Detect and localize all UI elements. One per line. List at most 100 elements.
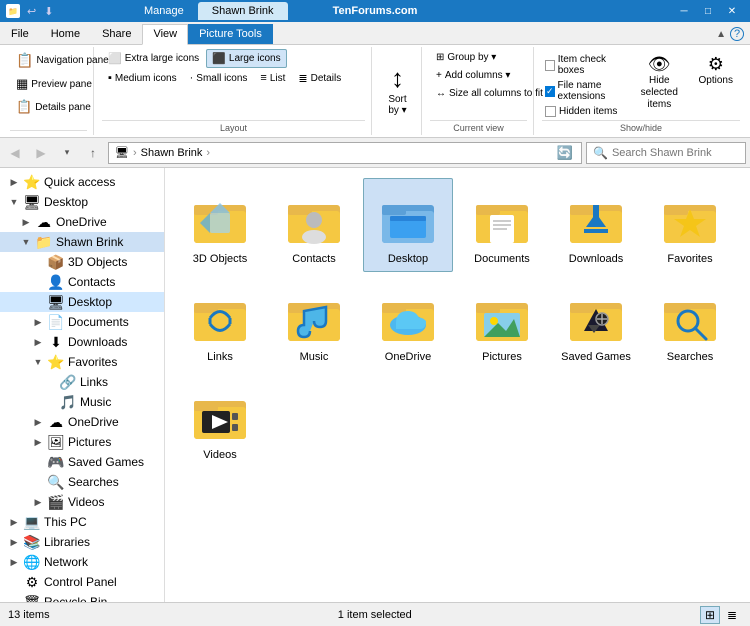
pictures-icon: 🖼: [47, 434, 65, 451]
folder-downloads[interactable]: Downloads: [551, 178, 641, 272]
minimize-btn[interactable]: ─: [672, 2, 696, 20]
folder-saved-games[interactable]: Saved Games: [551, 276, 641, 370]
tab-home[interactable]: Home: [40, 24, 91, 44]
tab-share[interactable]: Share: [91, 24, 142, 44]
sidebar-item-control-panel[interactable]: ⚙ Control Panel: [0, 572, 164, 592]
sidebar-item-network[interactable]: ▶ 🌐 Network: [0, 552, 164, 572]
network-icon: 🌐: [23, 554, 41, 571]
forward-btn[interactable]: ▶: [30, 142, 52, 164]
large-icons-view-btn[interactable]: ⊞: [700, 606, 720, 624]
folder-contacts-label: Contacts: [292, 253, 335, 265]
details-pane-btn[interactable]: 📋 Details pane: [10, 96, 97, 118]
folder-music[interactable]: Music: [269, 276, 359, 370]
sidebar-item-desktop-top[interactable]: ▼ 🖥 Desktop: [0, 192, 164, 212]
sidebar-label-onedrive: OneDrive: [68, 415, 119, 429]
search-icon: 🔍: [593, 146, 608, 160]
sidebar-item-this-pc[interactable]: ▶ 💻 This PC: [0, 512, 164, 532]
hide-selected-btn[interactable]: 👁 Hide selecteditems: [633, 51, 685, 114]
folder-saved-games-label: Saved Games: [561, 351, 631, 363]
sidebar-label-control-panel: Control Panel: [44, 575, 117, 589]
small-icons-btn[interactable]: · Small icons: [184, 69, 254, 87]
ribbon-collapse-btn[interactable]: ▲: [716, 29, 726, 40]
sidebar-item-saved-games[interactable]: 🎮 Saved Games: [0, 452, 164, 472]
add-columns-btn[interactable]: + Add columns ▾: [430, 67, 516, 84]
sidebar-item-desktop[interactable]: 🖥 Desktop: [0, 292, 164, 312]
folder-documents[interactable]: Documents: [457, 178, 547, 272]
folder-searches[interactable]: Searches: [645, 276, 735, 370]
downloads-icon: ⬇: [47, 334, 65, 351]
group-by-btn[interactable]: ⊞ Group by ▾: [430, 49, 502, 66]
sidebar-item-quick-access[interactable]: ▶ ⭐ Quick access: [0, 172, 164, 192]
current-view-label: Current view: [430, 120, 527, 135]
hidden-items-checkbox[interactable]: [545, 106, 556, 117]
hidden-items-row[interactable]: Hidden items: [542, 105, 627, 118]
item-check-boxes-row[interactable]: Item check boxes: [542, 53, 627, 77]
medium-icons-btn[interactable]: ▪ Medium icons: [102, 69, 183, 87]
shawn-brink-tab[interactable]: Shawn Brink: [198, 2, 288, 20]
app-icon: 📁: [6, 4, 20, 18]
expander-icon: ▶: [20, 217, 32, 228]
folder-onedrive[interactable]: OneDrive: [363, 276, 453, 370]
sort-by-btn[interactable]: ↕ Sortby ▾: [388, 59, 406, 116]
extra-large-icons-btn[interactable]: ⬜ Extra large icons: [102, 49, 205, 68]
folder-pictures-icon: [470, 283, 534, 347]
maximize-btn[interactable]: □: [696, 2, 720, 20]
search-input[interactable]: [612, 147, 739, 159]
recent-locations-btn[interactable]: ▾: [56, 142, 78, 164]
sidebar-label-quick-access: Quick access: [44, 175, 115, 189]
undo-btn[interactable]: ↩: [24, 4, 39, 19]
folder-3d-objects[interactable]: 3D Objects: [175, 178, 265, 272]
folder-videos[interactable]: Videos: [175, 374, 265, 468]
properties-btn[interactable]: ⬇: [41, 4, 56, 19]
file-name-extensions-checkbox[interactable]: ✓: [545, 86, 555, 97]
sidebar-item-onedrive[interactable]: ▶ ☁ OneDrive: [0, 412, 164, 432]
sidebar-item-pictures[interactable]: ▶ 🖼 Pictures: [0, 432, 164, 452]
sidebar-item-recycle-bin[interactable]: 🗑 Recycle Bin: [0, 592, 164, 602]
folder-favorites[interactable]: Favorites: [645, 178, 735, 272]
preview-pane-btn[interactable]: ▦ Preview pane: [10, 73, 98, 95]
details-btn[interactable]: ≣ Details: [292, 69, 347, 88]
sidebar-item-shawn-brink[interactable]: ▼ 📁 Shawn Brink: [0, 232, 164, 252]
folder-links[interactable]: Links: [175, 276, 265, 370]
sidebar-item-3d-objects[interactable]: 📦 3D Objects: [0, 252, 164, 272]
search-box[interactable]: 🔍: [586, 142, 746, 164]
tab-picture-tools[interactable]: Picture Tools: [188, 24, 273, 44]
sidebar-item-libraries[interactable]: ▶ 📚 Libraries: [0, 532, 164, 552]
sidebar-item-onedrive-top[interactable]: ▶ ☁ OneDrive: [0, 212, 164, 232]
details-view-btn[interactable]: ≣: [722, 606, 742, 624]
quick-access-icon: ⭐: [23, 174, 41, 191]
folder-pictures-label: Pictures: [482, 351, 522, 363]
sidebar-item-searches[interactable]: 🔍 Searches: [0, 472, 164, 492]
sidebar-item-contacts[interactable]: 👤 Contacts: [0, 272, 164, 292]
folder-contacts[interactable]: Contacts: [269, 178, 359, 272]
sidebar-item-videos[interactable]: ▶ 🎬 Videos: [0, 492, 164, 512]
quick-access-toolbar: ↩ ⬇: [24, 4, 56, 19]
address-path[interactable]: 🖥 › Shawn Brink › 🔄: [108, 142, 582, 164]
up-btn[interactable]: ↑: [82, 142, 104, 164]
close-btn[interactable]: ✕: [720, 2, 744, 20]
control-panel-icon: ⚙: [23, 574, 41, 591]
size-columns-btn[interactable]: ↔ Size all columns to fit: [430, 85, 549, 102]
sidebar-item-links[interactable]: 🔗 Links: [0, 372, 164, 392]
tab-view[interactable]: View: [142, 24, 188, 45]
sidebar-label-videos: Videos: [68, 495, 104, 509]
folder-pictures[interactable]: Pictures: [457, 276, 547, 370]
sidebar-item-favorites[interactable]: ▼ ⭐ Favorites: [0, 352, 164, 372]
sidebar-label-this-pc: This PC: [44, 515, 87, 529]
back-btn[interactable]: ◀: [4, 142, 26, 164]
list-btn[interactable]: ≡ List: [254, 69, 291, 87]
refresh-btn[interactable]: 🔄: [555, 143, 575, 163]
manage-tab[interactable]: Manage: [130, 2, 198, 20]
sidebar-item-music[interactable]: 🎵 Music: [0, 392, 164, 412]
sidebar-label-desktop-top: Desktop: [44, 195, 88, 209]
sidebar-item-documents[interactable]: ▶ 📄 Documents: [0, 312, 164, 332]
large-icons-btn[interactable]: ⬛ Large icons: [206, 49, 286, 68]
sort-group: ↕ Sortby ▾: [374, 47, 422, 135]
file-name-extensions-row[interactable]: ✓ File name extensions: [542, 79, 627, 103]
tab-file[interactable]: File: [0, 24, 40, 44]
options-btn[interactable]: ⚙ Options: [692, 51, 740, 89]
help-btn[interactable]: ?: [730, 27, 744, 41]
item-check-boxes-checkbox[interactable]: [545, 60, 555, 71]
folder-desktop[interactable]: Desktop: [363, 178, 453, 272]
sidebar-item-downloads[interactable]: ▶ ⬇ Downloads: [0, 332, 164, 352]
